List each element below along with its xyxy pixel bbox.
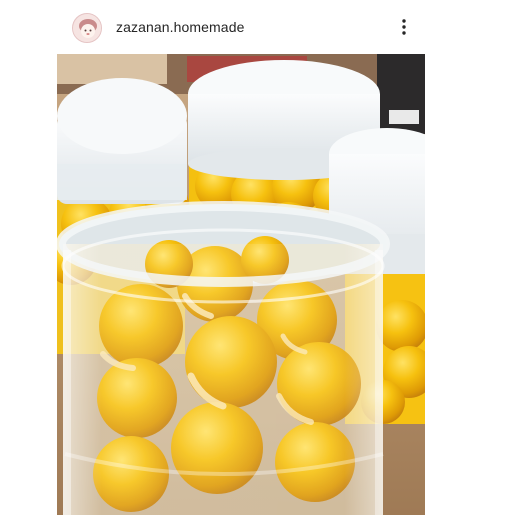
post-username[interactable]: zazanan.homemade: [116, 19, 244, 35]
more-options-button[interactable]: [392, 12, 416, 42]
post-header: zazanan.homemade: [0, 0, 515, 54]
user-avatar-icon[interactable]: [72, 13, 102, 43]
avatar-face-illustration: [73, 14, 101, 42]
more-options-icon: [402, 19, 406, 35]
photo-jars-of-yellow-cookies: [57, 54, 425, 515]
post-photo[interactable]: [57, 54, 425, 515]
